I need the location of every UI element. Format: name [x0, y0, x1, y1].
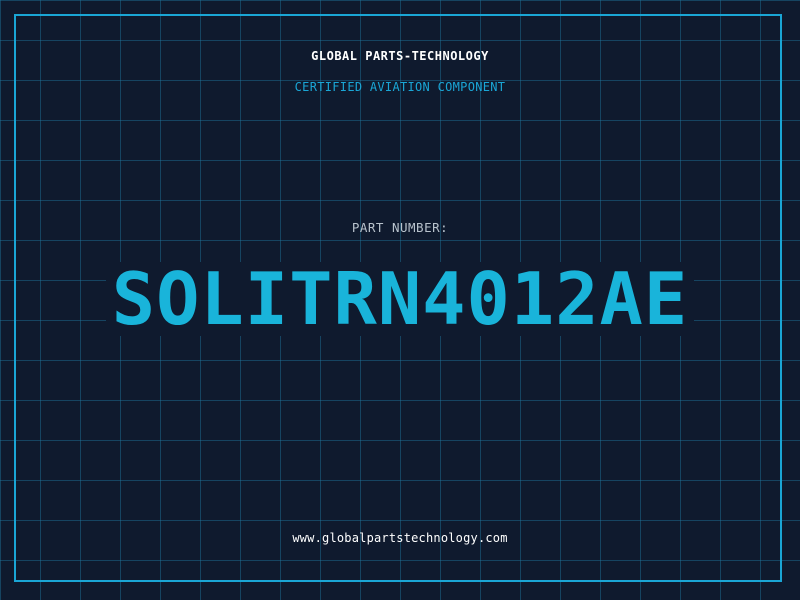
label-canvas: GLOBAL PARTS-TECHNOLOGY CERTIFIED AVIATI…	[0, 0, 800, 600]
part-number-container: SOLITRN4012AE	[0, 262, 800, 336]
tagline: CERTIFIED AVIATION COMPONENT	[294, 80, 506, 94]
part-number-value: SOLITRN4012AE	[105, 262, 695, 336]
website-url: www.globalpartstechnology.com	[292, 531, 508, 545]
part-number-label: PART NUMBER:	[351, 220, 449, 235]
company-name: GLOBAL PARTS-TECHNOLOGY	[311, 49, 489, 63]
